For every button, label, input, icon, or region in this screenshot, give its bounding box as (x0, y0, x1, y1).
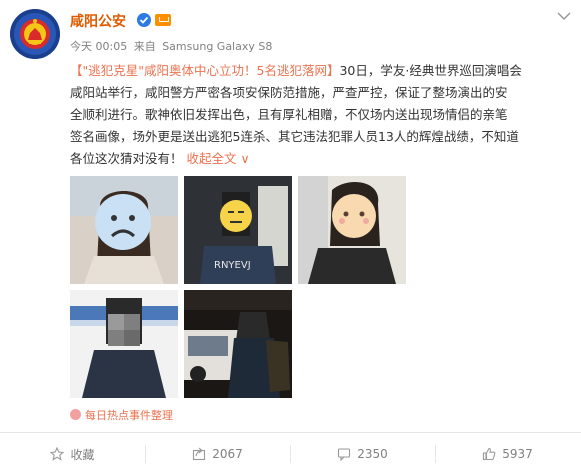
collapse-arrow-icon: ∨ (240, 151, 250, 166)
source-icon (70, 409, 81, 420)
post-meta: 今天 00:05 来自 Samsung Galaxy S8 (70, 38, 272, 54)
post-line2: 咸阳站举行，咸阳警方严密各项安保防范措施，严查严控，保证了整场演出的安 (70, 85, 508, 100)
post-line1: 30日，学友·经典世界巡回演唱会 (339, 63, 522, 78)
avatar[interactable] (10, 9, 60, 59)
comment-button[interactable]: 2350 (290, 433, 435, 475)
account-name[interactable]: 咸阳公安 (70, 11, 126, 31)
photo-2[interactable]: RNYEVJ (184, 176, 292, 284)
from-label: 来自 (133, 40, 156, 53)
favorite-button[interactable]: 收藏 (0, 433, 145, 475)
post-time[interactable]: 今天 00:05 (70, 40, 127, 53)
share-button[interactable]: 2067 (145, 433, 290, 475)
chevron-down-icon[interactable] (556, 10, 572, 22)
device-name[interactable]: Samsung Galaxy S8 (162, 40, 272, 53)
favorite-label: 收藏 (70, 447, 95, 462)
photo-1[interactable] (70, 176, 178, 284)
comment-count: 2350 (357, 447, 388, 461)
photo-5[interactable] (184, 290, 292, 398)
post-line3: 全顺利进行。歌神依旧发挥出色，且有厚礼相赠，不仅场内送出现场情侣的亲笔 (70, 107, 508, 122)
post-line5: 各位这次猜对没有！ (70, 151, 183, 166)
post-line4: 签名画像，场外更是送出逃犯5连杀、其它违法犯罪人员13人的辉煌战绩，不知道 (70, 129, 519, 144)
like-icon (483, 447, 496, 461)
source-link[interactable]: 每日热点事件整理 (70, 407, 173, 423)
action-bar: 收藏 2067 2350 5937 (0, 432, 581, 475)
like-count: 5937 (502, 447, 533, 461)
share-icon (193, 447, 206, 461)
collapse-link[interactable]: 收起全文 ∨ (187, 151, 250, 166)
verified-icon (137, 13, 151, 27)
post-hashtag[interactable]: 【"逃犯克星"咸阳奥体中心立功！5名逃犯落网】 (70, 63, 339, 78)
like-button[interactable]: 5937 (435, 433, 580, 475)
comment-icon (338, 448, 351, 461)
weibo-post-card: 咸阳公安 今天 00:05 来自 Samsung Galaxy S8 【"逃犯克… (0, 0, 581, 475)
photo-3[interactable] (298, 176, 406, 284)
post-text: 【"逃犯克星"咸阳奥体中心立功！5名逃犯落网】30日，学友·经典世界巡回演唱会 … (70, 60, 575, 170)
share-count: 2067 (212, 447, 243, 461)
photo-2-shirt-text: RNYEVJ (214, 260, 251, 271)
level-icon (155, 14, 171, 26)
photo-4[interactable] (70, 290, 178, 398)
star-icon (50, 447, 65, 461)
